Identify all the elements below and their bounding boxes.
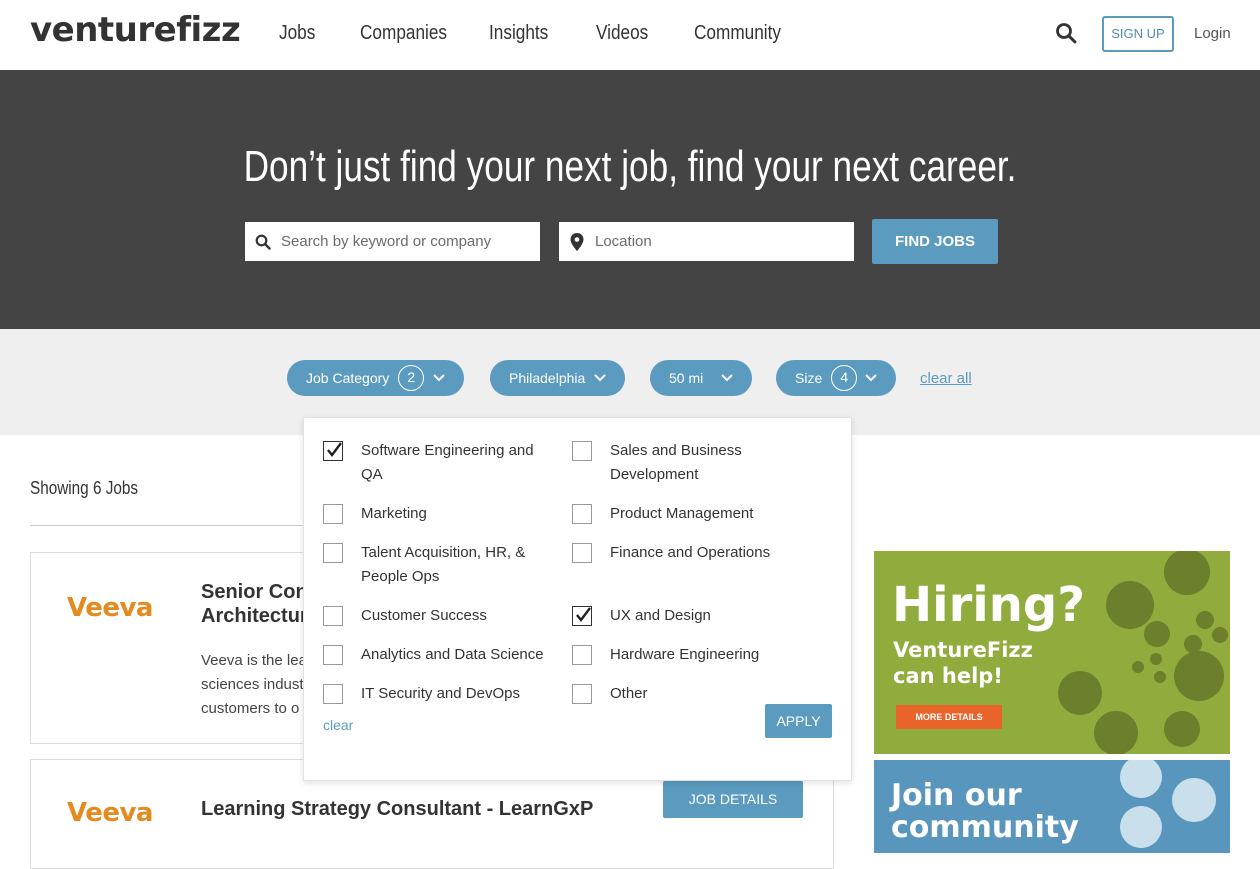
find-jobs-button[interactable]: FIND JOBS [872, 219, 998, 264]
location-field[interactable] [559, 222, 854, 261]
category-option-label: Sales and Business Development [610, 442, 742, 483]
category-option-label: UX and Design [610, 607, 711, 624]
clear-all-link[interactable]: clear all [920, 370, 972, 387]
nav-videos[interactable]: Videos [596, 22, 648, 45]
category-option[interactable]: Software Engineering and QA [323, 439, 551, 487]
chevron-down-icon [594, 374, 606, 382]
company-logo: Veeva [67, 798, 153, 828]
dropdown-clear-link[interactable]: clear [323, 717, 353, 733]
category-option-label: Talent Acquisition, HR, & People Ops [361, 544, 526, 585]
category-option[interactable]: UX and Design [572, 604, 800, 628]
category-option[interactable]: Talent Acquisition, HR, & People Ops [323, 541, 551, 589]
category-option-label: Analytics and Data Science [361, 646, 544, 663]
job-category-filter[interactable]: Job Category 2 [287, 360, 464, 396]
size-filter-label: Size [795, 370, 823, 386]
nav-companies[interactable]: Companies [360, 22, 447, 45]
category-option[interactable]: Marketing [323, 502, 551, 526]
checkmark-icon [327, 442, 342, 457]
checkbox[interactable] [323, 684, 343, 704]
search-icon [245, 234, 281, 250]
category-option[interactable]: Analytics and Data Science [323, 643, 551, 667]
location-filter-label: Philadelphia [509, 370, 586, 386]
keyword-search-field[interactable] [245, 222, 540, 261]
job-title[interactable]: Senior Cons Architectur [201, 580, 319, 628]
signup-button[interactable]: SIGN UP [1102, 16, 1174, 52]
category-option[interactable]: Product Management [572, 502, 800, 526]
hiring-ad-subtitle: VentureFizz can help! [893, 638, 1033, 688]
join-community-title: Join our community [891, 778, 1079, 845]
category-option-label: Finance and Operations [610, 544, 771, 561]
category-option-label: Hardware Engineering [610, 646, 760, 663]
chevron-down-icon [721, 374, 733, 382]
category-option-label: IT Security and DevOps [361, 685, 520, 702]
job-details-button[interactable]: JOB DETAILS [663, 781, 803, 818]
hero-title: Don’t just find your next job, find your… [243, 142, 1017, 191]
category-option-label: Marketing [361, 505, 427, 522]
category-option[interactable]: Hardware Engineering [572, 643, 800, 667]
checkmark-icon [576, 607, 591, 622]
checkbox-checked[interactable] [323, 441, 343, 461]
category-option-label: Customer Success [361, 607, 487, 624]
category-option[interactable]: IT Security and DevOps [323, 682, 551, 706]
category-option[interactable]: Sales and Business Development [572, 439, 800, 487]
size-count-badge: 4 [831, 365, 858, 391]
checkbox[interactable] [323, 645, 343, 665]
checkbox[interactable] [572, 684, 592, 704]
results-count: Showing 6 Jobs [30, 478, 139, 498]
hiring-ad-title: Hiring? [892, 577, 1086, 633]
location-input[interactable] [595, 222, 854, 261]
divider [30, 525, 330, 526]
job-category-label: Job Category [306, 370, 390, 386]
size-filter[interactable]: Size 4 [776, 360, 896, 396]
category-option-label: Product Management [610, 505, 754, 522]
checkbox[interactable] [572, 645, 592, 665]
checkbox[interactable] [572, 504, 592, 524]
join-community-ad[interactable]: Join our community [874, 760, 1230, 853]
hero-section: Don’t just find your next job, find your… [0, 70, 1260, 329]
map-pin-icon [559, 232, 595, 251]
checkbox[interactable] [572, 441, 592, 461]
nav-jobs[interactable]: Jobs [279, 22, 315, 45]
checkbox[interactable] [323, 543, 343, 563]
category-option-label: Other [610, 685, 648, 702]
hiring-ad[interactable]: Hiring? VentureFizz can help! MORE DETAI… [874, 551, 1230, 754]
category-option[interactable]: Customer Success [323, 604, 551, 628]
checkbox-checked[interactable] [572, 606, 592, 626]
chevron-down-icon [865, 374, 877, 382]
job-description: Veeva is the lea sciences indust custome… [201, 652, 307, 717]
job-title[interactable]: Learning Strategy Consultant - LearnGxP [201, 797, 593, 821]
keyword-search-input[interactable] [281, 222, 540, 261]
company-logo: Veeva [67, 593, 153, 623]
distance-filter-label: 50 mi [669, 370, 704, 386]
location-filter[interactable]: Philadelphia [490, 360, 625, 396]
site-header: venturefizz Jobs Companies Insights Vide… [0, 0, 1260, 70]
distance-filter[interactable]: 50 mi [650, 360, 752, 396]
category-option[interactable]: Finance and Operations [572, 541, 800, 565]
apply-button[interactable]: APPLY [765, 704, 832, 738]
job-category-dropdown: Software Engineering and QA Sales and Bus… [303, 417, 852, 781]
nav-insights[interactable]: Insights [489, 22, 548, 45]
job-category-count-badge: 2 [398, 365, 425, 391]
category-option[interactable]: Other [572, 682, 800, 706]
logo[interactable]: venturefizz [30, 10, 241, 50]
checkbox[interactable] [323, 606, 343, 626]
more-details-button[interactable]: MORE DETAILS [896, 705, 1002, 729]
nav-community[interactable]: Community [694, 22, 781, 45]
checkbox[interactable] [572, 543, 592, 563]
checkbox[interactable] [323, 504, 343, 524]
login-link[interactable]: Login [1194, 25, 1231, 42]
category-option-label: Software Engineering and QA [361, 442, 534, 483]
search-icon[interactable] [1055, 22, 1079, 46]
chevron-down-icon [433, 374, 445, 382]
